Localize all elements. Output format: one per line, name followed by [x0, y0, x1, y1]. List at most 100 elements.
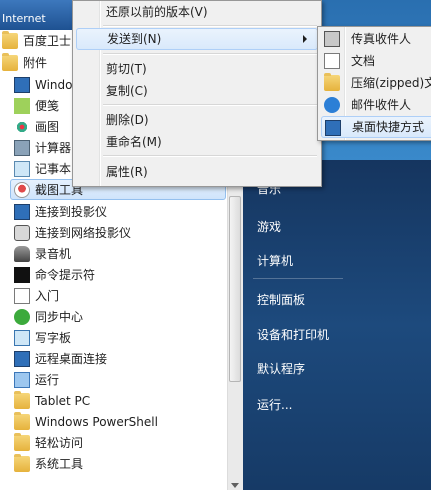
program-label: 附件	[23, 56, 48, 70]
calculator-icon	[14, 139, 30, 156]
program-item-calculator[interactable]: 计算器	[14, 137, 71, 158]
program-item-powershell[interactable]: Windows PowerShell	[14, 411, 158, 432]
program-item-projector[interactable]: 连接到投影仪	[14, 201, 107, 222]
program-item-system-tools[interactable]: 系统工具	[14, 453, 83, 474]
folder-icon	[2, 30, 18, 49]
submenu-item-zip[interactable]: 压缩(zipped)文	[321, 72, 431, 94]
program-label: 便笺	[35, 99, 60, 113]
program-label: 入门	[35, 289, 60, 303]
program-item-wordpad[interactable]: 写字板	[14, 327, 71, 348]
right-item-run[interactable]: 运行...	[257, 396, 292, 413]
program-item-run[interactable]: 运行	[14, 369, 59, 390]
submenu-arrow-icon	[303, 35, 307, 43]
network-projector-icon	[14, 224, 30, 241]
submenu-item-desktop-shortcut[interactable]: 桌面快捷方式	[321, 116, 431, 138]
program-label: 连接到投影仪	[35, 205, 108, 219]
cmd-icon	[14, 266, 30, 283]
monitor-icon	[14, 76, 30, 93]
submenu-item-label: 压缩(zipped)文	[351, 76, 431, 90]
fax-icon	[324, 31, 340, 47]
scroll-down-arrow-icon[interactable]	[231, 483, 239, 488]
program-label: 轻松访问	[35, 436, 84, 450]
run-icon	[14, 371, 30, 388]
start-menu-right-pane: 音乐 游戏 计算机 控制面板 设备和打印机 默认程序 运行...	[243, 160, 431, 490]
right-pane-divider	[253, 278, 343, 279]
right-item-control-panel[interactable]: 控制面板	[257, 291, 305, 308]
menu-item-cut[interactable]: 剪切(T)	[76, 58, 318, 80]
desktop-shortcut-icon	[325, 120, 341, 136]
program-label: 命令提示符	[35, 268, 96, 282]
submenu-item-mail[interactable]: 邮件收件人	[321, 94, 431, 116]
browser-label: Internet	[2, 12, 46, 25]
paint-icon	[14, 118, 30, 135]
folder-icon	[14, 411, 30, 430]
microphone-icon	[14, 245, 30, 262]
menu-item-label: 发送到(N)	[107, 32, 162, 46]
program-label: 计算器	[35, 141, 72, 155]
menu-item-delete[interactable]: 删除(D)	[76, 109, 318, 131]
documents-icon	[324, 53, 340, 69]
menu-item-send-to[interactable]: 发送到(N)	[76, 28, 318, 50]
program-label: Tablet PC	[35, 393, 91, 408]
menu-separator	[103, 53, 317, 55]
right-item-computer[interactable]: 计算机	[257, 252, 293, 269]
submenu-item-label: 传真收件人	[351, 32, 412, 46]
zip-folder-icon	[324, 73, 340, 91]
remote-desktop-icon	[14, 350, 30, 367]
program-label: 百度卫士	[23, 34, 72, 48]
program-item-sound-recorder[interactable]: 录音机	[14, 243, 71, 264]
menu-item-copy[interactable]: 复制(C)	[76, 80, 318, 102]
program-item-tablet-pc[interactable]: Tablet PC	[14, 390, 90, 411]
program-label: 连接到网络投影仪	[35, 226, 132, 240]
scrollbar-thumb[interactable]	[229, 196, 241, 382]
program-label: 记事本	[35, 162, 72, 176]
program-item-notepad[interactable]: 记事本	[14, 158, 71, 179]
program-label: Windo	[35, 77, 73, 92]
program-item-sticky-notes[interactable]: 便笺	[14, 95, 59, 116]
program-label: 写字板	[35, 331, 72, 345]
program-label: 画图	[35, 120, 60, 134]
menu-separator	[103, 104, 317, 106]
program-item-accessories[interactable]: 附件	[2, 52, 47, 73]
notepad-icon	[14, 160, 30, 177]
menu-separator	[103, 25, 317, 27]
program-label: 运行	[35, 373, 60, 387]
program-item-paint[interactable]: 画图	[14, 116, 59, 137]
folder-icon	[14, 453, 30, 472]
menu-item-properties[interactable]: 属性(R)	[76, 161, 318, 183]
program-label: 系统工具	[35, 457, 84, 471]
submenu-item-label: 文档	[351, 54, 376, 68]
program-item-remote-desktop[interactable]: 远程桌面连接	[14, 348, 107, 369]
program-label: 同步中心	[35, 310, 84, 324]
program-item-network-projector[interactable]: 连接到网络投影仪	[14, 222, 131, 243]
submenu-item-label: 桌面快捷方式	[352, 120, 425, 134]
program-item-getting-started[interactable]: 入门	[14, 285, 59, 306]
program-item-baidu[interactable]: 百度卫士	[2, 30, 71, 51]
folder-icon	[2, 52, 18, 71]
context-menu: 还原以前的版本(V) 发送到(N) 剪切(T) 复制(C) 删除(D) 重命名(…	[72, 0, 322, 187]
program-label: 录音机	[35, 247, 72, 261]
getting-started-icon	[14, 287, 30, 304]
mail-icon	[324, 97, 340, 113]
snipping-tool-icon	[14, 181, 30, 198]
program-label: 远程桌面连接	[35, 352, 108, 366]
browser-window-edge: Internet	[0, 0, 80, 32]
right-item-games[interactable]: 游戏	[257, 218, 281, 235]
submenu-item-fax[interactable]: 传真收件人	[321, 28, 431, 50]
menu-item-restore-previous[interactable]: 还原以前的版本(V)	[76, 1, 318, 23]
right-item-devices-printers[interactable]: 设备和打印机	[257, 326, 329, 343]
right-item-default-programs[interactable]: 默认程序	[257, 360, 305, 377]
program-label: Windows PowerShell	[35, 414, 158, 429]
program-item-ease-of-access[interactable]: 轻松访问	[14, 432, 83, 453]
wordpad-icon	[14, 329, 30, 346]
folder-icon	[14, 432, 30, 451]
sticky-note-icon	[14, 97, 30, 114]
sync-icon	[14, 308, 30, 325]
program-item-command-prompt[interactable]: 命令提示符	[14, 264, 95, 285]
submenu-item-documents[interactable]: 文档	[321, 50, 431, 72]
submenu-item-label: 邮件收件人	[351, 98, 412, 112]
program-item-sync-center[interactable]: 同步中心	[14, 306, 83, 327]
menu-separator	[103, 155, 317, 157]
menu-item-rename[interactable]: 重命名(M)	[76, 131, 318, 153]
program-item-windows[interactable]: Windo	[14, 74, 73, 95]
